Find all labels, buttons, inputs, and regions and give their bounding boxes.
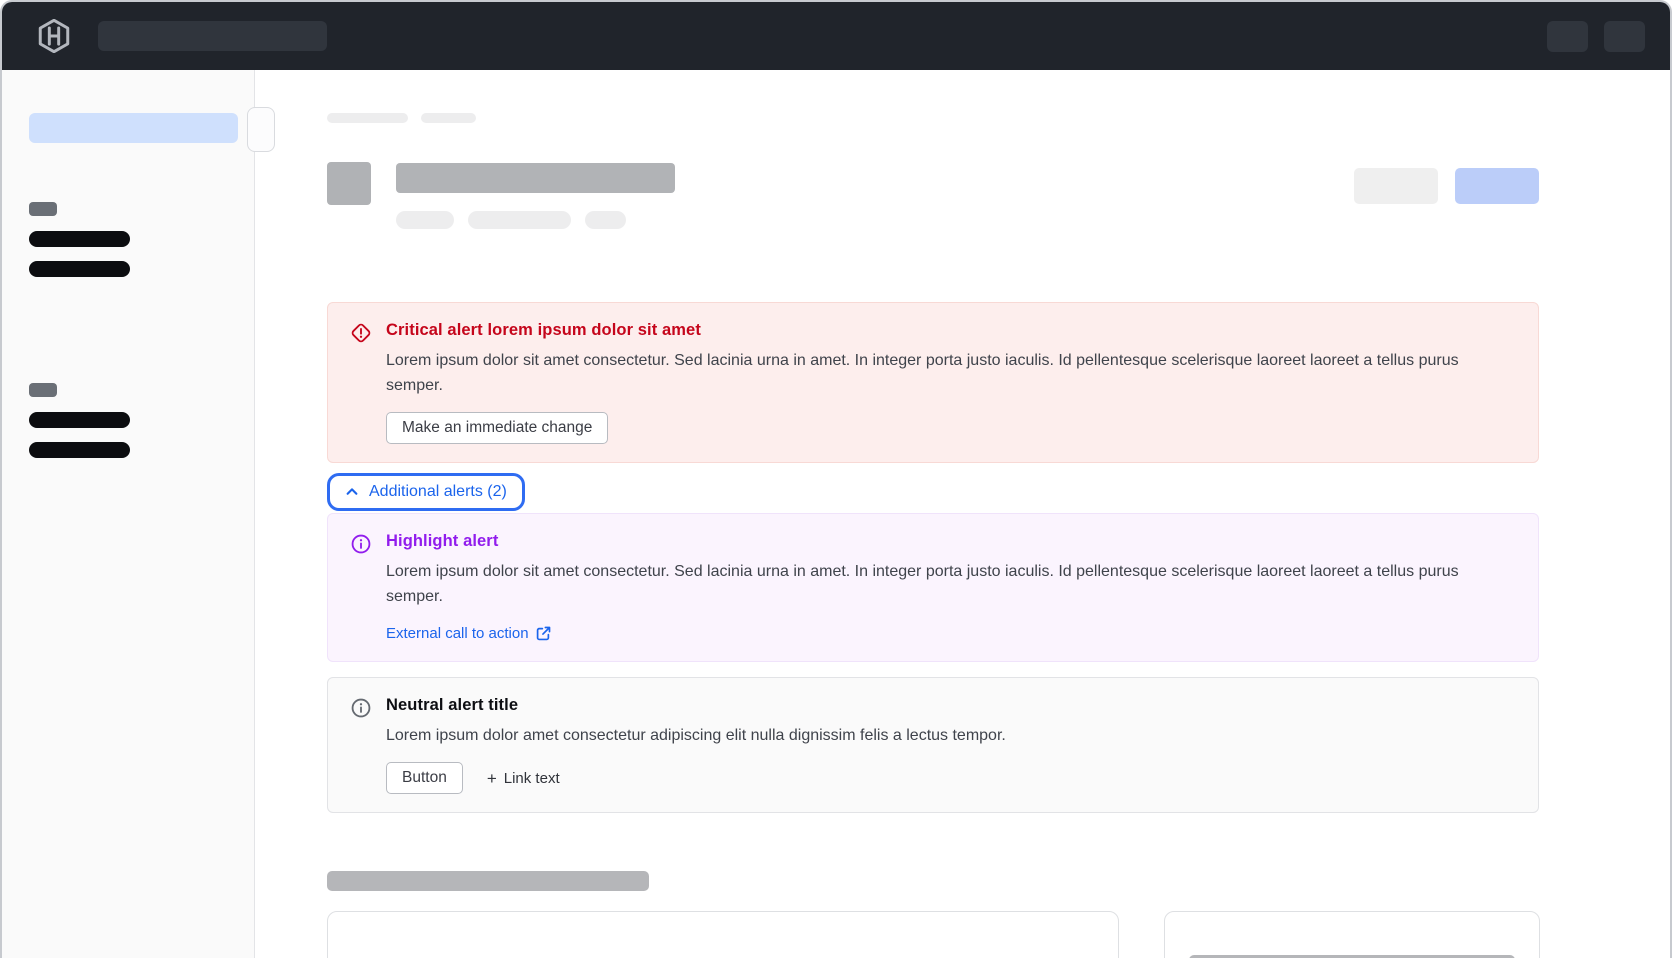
neutral-alert: Neutral alert title Lorem ipsum dolor am… xyxy=(327,677,1539,813)
search-placeholder[interactable] xyxy=(98,21,327,51)
sidebar-item-placeholder[interactable] xyxy=(29,442,130,458)
section-title-placeholder xyxy=(327,871,649,891)
page-icon-placeholder xyxy=(327,162,371,205)
content-card xyxy=(1164,911,1540,958)
immediate-change-button[interactable]: Make an immediate change xyxy=(386,412,608,444)
critical-alert: Critical alert lorem ipsum dolor sit ame… xyxy=(327,302,1539,463)
main-content: Critical alert lorem ipsum dolor sit ame… xyxy=(255,70,1670,958)
page-badge-placeholder xyxy=(585,211,626,229)
content-card xyxy=(327,911,1119,958)
page-badge-placeholder xyxy=(468,211,571,229)
highlight-alert-body: Lorem ipsum dolor sit amet consectetur. … xyxy=(386,559,1516,609)
link-text-label: Link text xyxy=(504,770,560,787)
sidebar-item-placeholder[interactable] xyxy=(29,412,130,428)
additional-alerts-toggle[interactable]: Additional alerts (2) xyxy=(327,473,525,511)
external-cta-label: External call to action xyxy=(386,625,529,642)
breadcrumb-item-placeholder[interactable] xyxy=(327,113,408,123)
hashicorp-logo-icon[interactable] xyxy=(36,18,72,54)
sidebar-item-placeholder[interactable] xyxy=(29,261,130,277)
topbar-action-placeholder-1[interactable] xyxy=(1547,21,1588,52)
sidebar-nav-group-1 xyxy=(29,202,254,277)
highlight-alert: Highlight alert Lorem ipsum dolor sit am… xyxy=(327,513,1539,662)
header-primary-button-placeholder[interactable] xyxy=(1455,168,1539,204)
cards-row xyxy=(327,911,1670,958)
link-text-link[interactable]: + Link text xyxy=(487,770,560,787)
page-title-placeholder xyxy=(396,163,675,193)
header-secondary-button-placeholder[interactable] xyxy=(1354,168,1438,204)
additional-alerts-toggle-label: Additional alerts (2) xyxy=(369,483,507,501)
app-window: Critical alert lorem ipsum dolor sit ame… xyxy=(0,0,1672,958)
sidebar-group-label-placeholder xyxy=(29,202,57,216)
critical-alert-body: Lorem ipsum dolor sit amet consectetur. … xyxy=(386,348,1516,398)
info-circle-icon xyxy=(350,697,372,719)
highlight-alert-title: Highlight alert xyxy=(386,532,1516,551)
chevron-up-icon xyxy=(345,485,359,499)
topbar-action-placeholder-2[interactable] xyxy=(1604,21,1645,52)
critical-alert-title: Critical alert lorem ipsum dolor sit ame… xyxy=(386,321,1516,340)
breadcrumb xyxy=(327,113,1670,123)
topbar xyxy=(2,2,1670,70)
topbar-actions xyxy=(1547,21,1645,52)
external-cta-link[interactable]: External call to action xyxy=(386,625,551,642)
page-header xyxy=(327,162,1539,229)
neutral-alert-title: Neutral alert title xyxy=(386,696,1516,715)
neutral-alert-body: Lorem ipsum dolor amet consectetur adipi… xyxy=(386,723,1516,748)
sidebar-item-placeholder[interactable] xyxy=(29,231,130,247)
alert-diamond-icon xyxy=(350,322,372,344)
neutral-alert-button[interactable]: Button xyxy=(386,762,463,794)
sidebar-nav-group-2 xyxy=(29,383,254,458)
page-badge-placeholder xyxy=(396,211,454,229)
external-link-icon xyxy=(536,626,551,641)
sidebar xyxy=(2,70,255,958)
plus-icon: + xyxy=(487,770,497,787)
sidebar-active-item-placeholder[interactable] xyxy=(29,113,238,143)
sidebar-flyout-notch[interactable] xyxy=(247,107,275,152)
info-circle-icon xyxy=(350,533,372,555)
sidebar-group-label-placeholder xyxy=(29,383,57,397)
breadcrumb-item-placeholder[interactable] xyxy=(421,113,476,123)
